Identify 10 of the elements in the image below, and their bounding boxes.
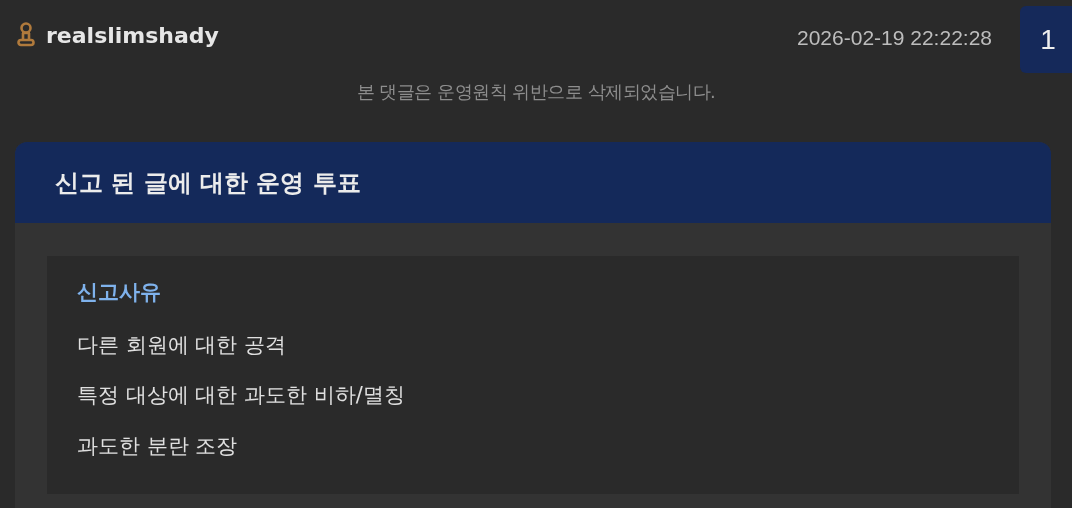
pawn-icon [16, 22, 36, 48]
deleted-notice: 본 댓글은 운영원칙 위반으로 삭제되었습니다. [355, 80, 717, 104]
comment-number-badge: 1 [1020, 6, 1072, 73]
timestamp: 2026-02-19 22:22:28 [797, 25, 992, 50]
report-reason: 특정 대상에 대한 과도한 비하/멸칭 [77, 382, 406, 409]
panel-title: 신고 된 글에 대한 운영 투표 [15, 142, 1051, 223]
report-reason: 과도한 분란 조장 [77, 432, 239, 460]
username[interactable]: realslimshady [46, 22, 219, 48]
reasons-heading: 신고사유 [77, 279, 162, 306]
report-reason: 다른 회원에 대한 공격 [77, 331, 288, 359]
